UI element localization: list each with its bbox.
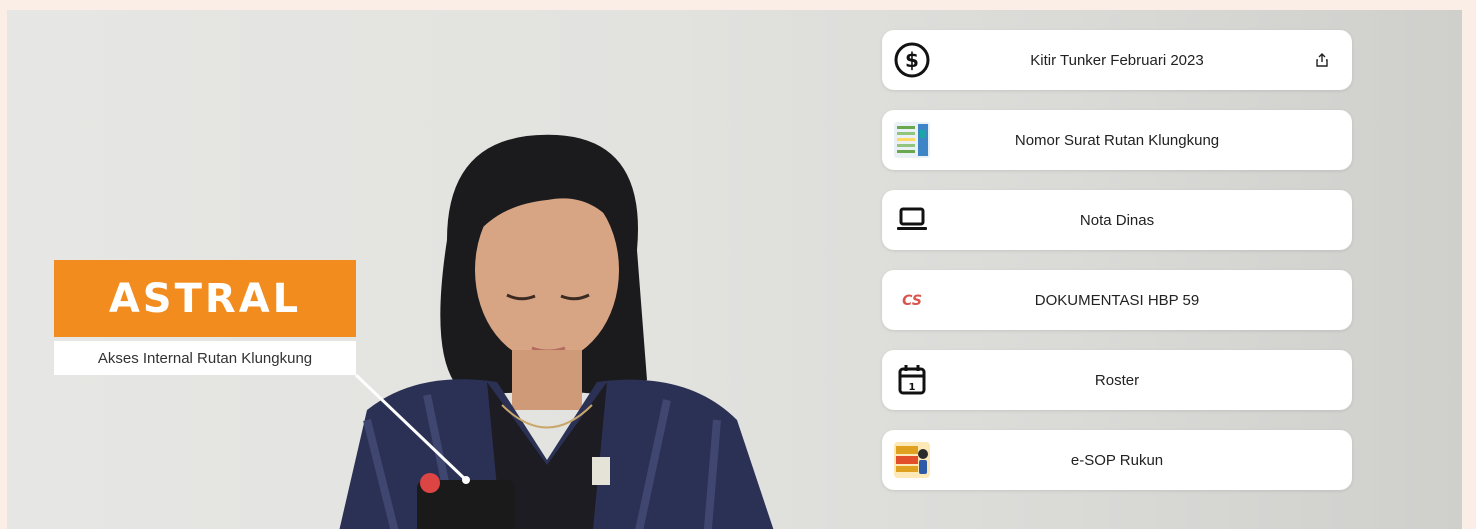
hbp-59-logo-icon: CS <box>890 278 934 322</box>
link-label: Roster <box>1094 371 1140 389</box>
link-label: Kitir Tunker Februari 2023 <box>1030 51 1204 69</box>
svg-text:$: $ <box>905 48 919 72</box>
laptop-icon <box>890 198 934 242</box>
link-esop-rukun[interactable]: e-SOP Rukun <box>882 430 1352 490</box>
brand-title: ASTRAL <box>108 275 302 322</box>
link-nomor-surat[interactable]: Nomor Surat Rutan Klungkung <box>882 110 1352 170</box>
svg-text:1: 1 <box>909 382 916 393</box>
link-label: Nota Dinas <box>1079 211 1155 229</box>
spreadsheet-thumbnail-icon <box>890 118 934 162</box>
link-kitir-tunker[interactable]: $ Kitir Tunker Februari 2023 <box>882 30 1352 90</box>
link-nota-dinas[interactable]: Nota Dinas <box>882 190 1352 250</box>
link-label: DOKUMENTASI HBP 59 <box>1034 291 1200 309</box>
brand-subtitle-box: Akses Internal Rutan Klungkung <box>54 341 356 375</box>
link-dokumentasi-hbp[interactable]: CS DOKUMENTASI HBP 59 <box>882 270 1352 330</box>
link-label: Nomor Surat Rutan Klungkung <box>1014 131 1220 149</box>
calendar-icon: 1 <box>890 358 934 402</box>
link-roster[interactable]: 1 Roster <box>882 350 1352 410</box>
link-label: e-SOP Rukun <box>1070 451 1164 469</box>
brand-title-box: ASTRAL <box>54 260 356 337</box>
sop-rukun-logo-icon <box>890 438 934 482</box>
dollar-circle-icon: $ <box>890 38 934 82</box>
share-icon[interactable] <box>1314 52 1330 68</box>
woman-holding-phone-photo <box>339 134 774 529</box>
svg-text:CS: CS <box>902 293 922 309</box>
brand-subtitle: Akses Internal Rutan Klungkung <box>97 349 313 367</box>
